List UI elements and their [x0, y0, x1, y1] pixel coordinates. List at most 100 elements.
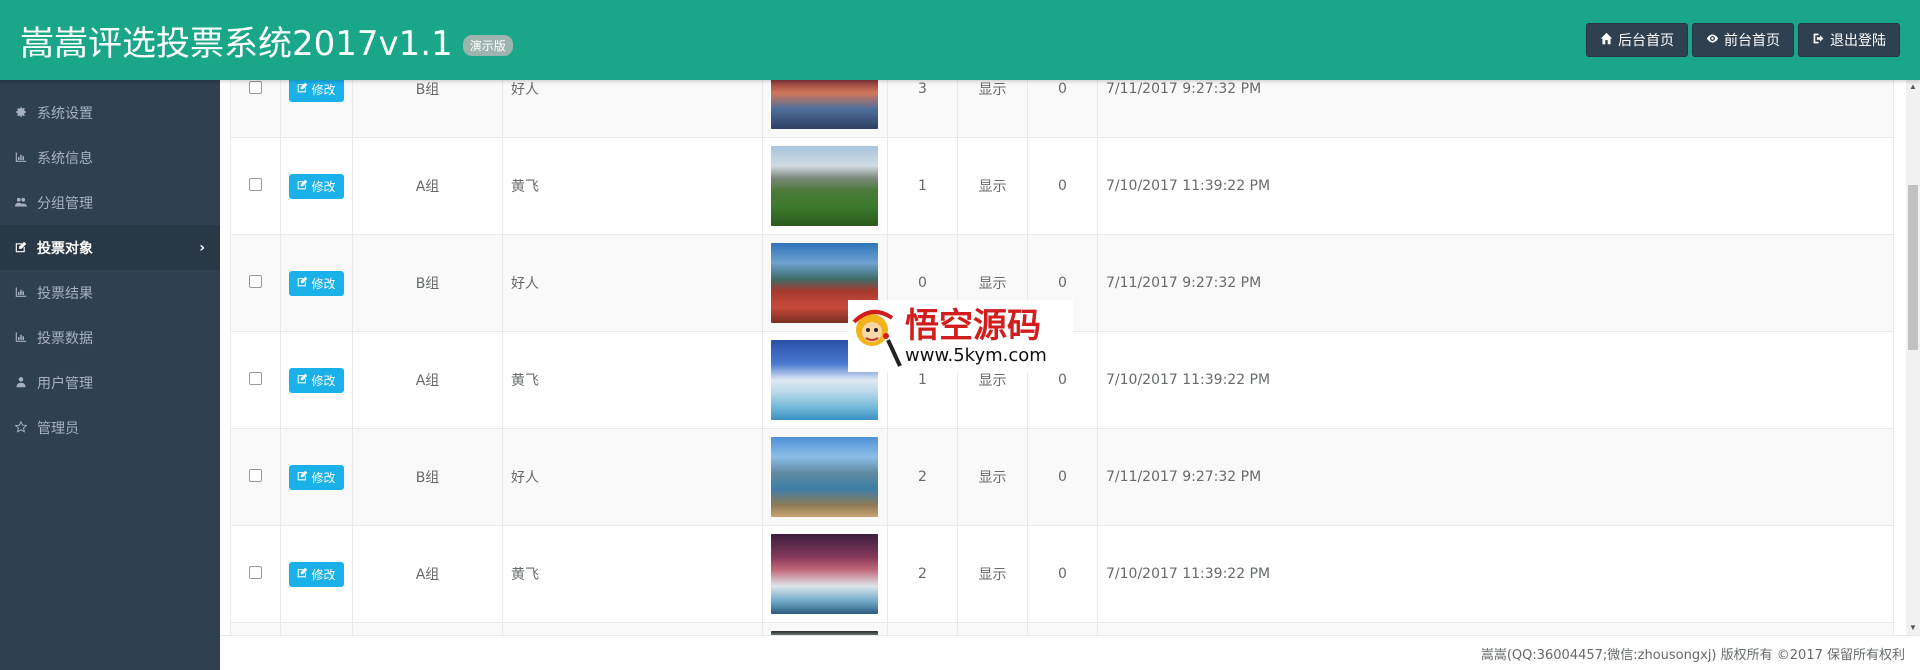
name-cell: 好人: [502, 80, 763, 138]
table-row: 修改 A组 黄飞 2 显示 0 7/10/2017 11:39:22 PM: [230, 525, 1894, 623]
sign-out-icon: [1812, 32, 1825, 49]
row-checkbox[interactable]: [249, 468, 262, 482]
edit-button[interactable]: 修改: [289, 464, 344, 490]
visibility-cell: 显示: [957, 80, 1028, 138]
copyright-text: 嵩嵩(QQ:36004457;微信:zhousongxj) 版权所有 ©2017…: [1480, 647, 1905, 663]
sidebar-item-vote-targets[interactable]: 投票对象 ›: [0, 225, 220, 270]
edit-icon: [297, 276, 308, 290]
edit-button[interactable]: 修改: [289, 270, 344, 296]
group-cell: A组: [352, 331, 503, 429]
edit-button[interactable]: 修改: [289, 80, 344, 102]
scrollbar-thumb[interactable]: [1908, 185, 1918, 350]
edit-label: 修改: [311, 567, 336, 582]
date-cell: 7/11/2017 9:27:32 PM: [1097, 80, 1894, 138]
date-cell: 7/11/2017 9:27:32 PM: [1097, 234, 1894, 332]
date-cell: 7/10/2017 11:39:22 PM: [1097, 137, 1894, 235]
table-row: 修改 A组 黄飞 1 显示 0 7/10/2017 11:39:22 PM: [230, 137, 1894, 235]
sidebar-item-group-management[interactable]: 分组管理: [0, 180, 220, 225]
sidebar-item-label: 投票结果: [37, 285, 93, 302]
edit-label: 修改: [311, 179, 336, 194]
visibility-cell: 显示: [957, 428, 1028, 526]
group-cell: B组: [352, 428, 503, 526]
frontend-home-label: 前台首页: [1724, 33, 1780, 49]
table-row: [230, 622, 1894, 635]
thumbnail-image: [771, 437, 878, 517]
sidebar-item-vote-data[interactable]: 投票数据: [0, 315, 220, 360]
visibility-cell: 显示: [957, 525, 1028, 623]
vertical-scrollbar[interactable]: ▲ ▼: [1906, 80, 1920, 635]
sidebar-item-system-info[interactable]: 系统信息: [0, 135, 220, 180]
watermark-overlay: 悟空源码 www.5kym.com: [848, 300, 1073, 372]
bar-chart-icon: [15, 331, 29, 345]
table-row: 修改 B组 好人 3 显示 0 7/11/2017 9:27:32 PM: [230, 80, 1894, 138]
logout-button[interactable]: 退出登陆: [1798, 23, 1900, 57]
star-icon: [15, 420, 29, 435]
sidebar-item-label: 分组管理: [37, 195, 93, 212]
thumbnail-image: [771, 534, 878, 614]
edit-icon: [15, 241, 29, 255]
edit-label: 修改: [311, 373, 336, 388]
header-actions: 后台首页 前台首页 退出登陆: [1586, 23, 1900, 57]
sidebar-item-label: 系统设置: [37, 105, 93, 122]
users-icon: [15, 196, 29, 210]
row-checkbox[interactable]: [249, 177, 262, 191]
number-cell: 0: [1027, 80, 1098, 138]
demo-badge: 演示版: [462, 34, 513, 56]
group-cell: B组: [352, 234, 503, 332]
sidebar-item-system-settings[interactable]: 系统设置: [0, 90, 220, 135]
count-cell: 1: [887, 137, 958, 235]
backend-home-button[interactable]: 后台首页: [1586, 23, 1688, 57]
footer: 嵩嵩(QQ:36004457;微信:zhousongxj) 版权所有 ©2017…: [220, 635, 1920, 670]
visibility-cell: 显示: [957, 137, 1028, 235]
date-cell: 7/10/2017 11:39:22 PM: [1097, 331, 1894, 429]
edit-icon: [297, 567, 308, 581]
scroll-down-arrow-icon[interactable]: ▼: [1906, 621, 1920, 635]
name-cell: 黄飞: [502, 331, 763, 429]
edit-icon: [297, 373, 308, 387]
name-cell: 黄飞: [502, 525, 763, 623]
sidebar: 系统设置 系统信息 分组管理 投票对象 › 投票结果 投票数据 用户管理 管理员: [0, 80, 220, 670]
edit-label: 修改: [311, 276, 336, 291]
number-cell: 0: [1027, 137, 1098, 235]
watermark-text: 悟空源码 www.5kym.com: [905, 307, 1047, 366]
sidebar-item-label: 投票对象: [37, 240, 93, 257]
frontend-home-button[interactable]: 前台首页: [1692, 23, 1794, 57]
edit-button[interactable]: 修改: [289, 561, 344, 587]
edit-icon: [297, 470, 308, 484]
sidebar-item-label: 管理员: [37, 420, 79, 437]
row-checkbox[interactable]: [249, 80, 262, 94]
edit-button[interactable]: 修改: [289, 173, 344, 199]
edit-label: 修改: [311, 470, 336, 485]
number-cell: 0: [1027, 525, 1098, 623]
app-title: 嵩嵩评选投票系统2017v1.1: [20, 23, 453, 64]
row-checkbox[interactable]: [249, 565, 262, 579]
sidebar-item-user-management[interactable]: 用户管理: [0, 360, 220, 405]
monkey-logo-icon: [852, 310, 902, 367]
top-header: 嵩嵩评选投票系统2017v1.1 演示版 后台首页 前台首页 退出登陆: [0, 0, 1920, 80]
home-icon: [1600, 32, 1613, 49]
group-cell: A组: [352, 137, 503, 235]
bar-chart-icon: [15, 286, 29, 300]
scroll-up-arrow-icon[interactable]: ▲: [1906, 80, 1920, 94]
count-cell: 3: [887, 80, 958, 138]
edit-button[interactable]: 修改: [289, 367, 344, 393]
name-cell: 黄飞: [502, 137, 763, 235]
number-cell: 0: [1027, 428, 1098, 526]
group-cell: B组: [352, 80, 503, 138]
backend-home-label: 后台首页: [1618, 33, 1674, 49]
sidebar-item-vote-results[interactable]: 投票结果: [0, 270, 220, 315]
row-checkbox[interactable]: [249, 371, 262, 385]
date-cell: 7/11/2017 9:27:32 PM: [1097, 428, 1894, 526]
date-cell: 7/10/2017 11:39:22 PM: [1097, 525, 1894, 623]
sidebar-nav: 系统设置 系统信息 分组管理 投票对象 › 投票结果 投票数据 用户管理 管理员: [0, 80, 220, 450]
chevron-right-icon: ›: [199, 239, 205, 256]
edit-label: 修改: [311, 82, 336, 97]
watermark-url: www.5kym.com: [905, 344, 1047, 366]
sidebar-item-admin[interactable]: 管理员: [0, 405, 220, 450]
row-checkbox[interactable]: [249, 274, 262, 288]
table-row: 修改 B组 好人 2 显示 0 7/11/2017 9:27:32 PM: [230, 428, 1894, 526]
name-cell: 好人: [502, 428, 763, 526]
sidebar-item-label: 系统信息: [37, 150, 93, 167]
watermark-chinese: 悟空源码: [905, 305, 1041, 346]
sidebar-item-label: 投票数据: [37, 330, 93, 347]
